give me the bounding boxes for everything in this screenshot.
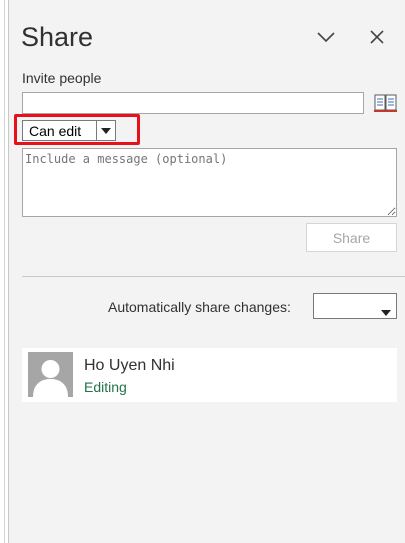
- share-button[interactable]: Share: [306, 223, 397, 252]
- person-status: Editing: [84, 379, 127, 395]
- strip-line: [4, 0, 5, 543]
- person-name: Ho Uyen Nhi: [84, 357, 175, 374]
- chevron-down-icon[interactable]: [314, 26, 338, 48]
- pane-title: Share: [21, 22, 94, 52]
- close-icon[interactable]: [365, 26, 389, 48]
- dropdown-arrow-icon: [381, 303, 391, 321]
- auto-share-dropdown[interactable]: [313, 293, 397, 319]
- left-edge-strip: [0, 0, 9, 543]
- section-divider: [22, 276, 405, 277]
- person-card[interactable]: Ho Uyen Nhi Editing: [22, 348, 397, 402]
- message-input[interactable]: [22, 148, 397, 217]
- auto-share-label: Automatically share changes:: [108, 299, 291, 315]
- permission-value: Can edit: [29, 122, 82, 139]
- permission-dropdown[interactable]: Can edit: [22, 120, 116, 141]
- share-pane: Share Invite people Can edit Include a m…: [9, 0, 405, 543]
- dropdown-arrow-icon[interactable]: [96, 121, 115, 140]
- person-silhouette-icon: [28, 352, 73, 397]
- invite-people-label: Invite people: [22, 70, 102, 86]
- address-book-icon[interactable]: [374, 92, 398, 114]
- invite-people-input[interactable]: [22, 92, 364, 114]
